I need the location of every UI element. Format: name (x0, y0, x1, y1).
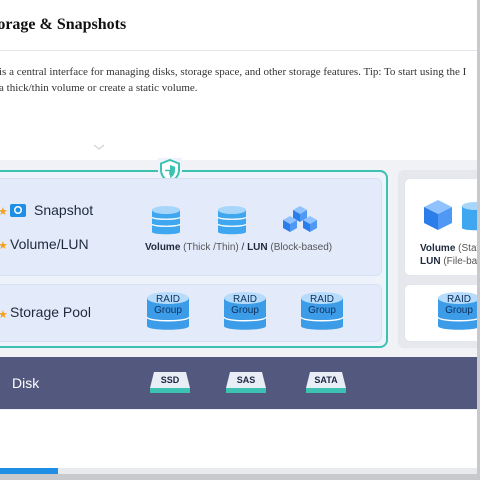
volume-thick-cylinder-icon (151, 206, 181, 235)
volume-lun-label: Volume/LUN (10, 236, 89, 252)
volume-caption-volume: Volume (145, 242, 181, 253)
file-lun-rest: (File-bas (440, 256, 480, 267)
description-line-2: a thick/thin volume or create a static v… (0, 82, 198, 94)
raid-group-label: RAID Group (308, 294, 336, 316)
camera-icon (10, 204, 26, 217)
disk-type-ssd: SSD (160, 375, 180, 385)
storage-pool-label: Storage Pool (10, 304, 91, 320)
lun-block-cubes-icon (283, 206, 317, 232)
file-lun-caption: LUN (File-bas (420, 256, 480, 267)
storage-snapshots-window: torage & Snapshots is a central interfac… (0, 0, 480, 480)
volume-lun-caption: Volume (Thick /Thin) / LUN (Block-based) (145, 242, 332, 253)
raid-group-label: RAID Group (154, 294, 182, 316)
raid-group-label: RAID Group (445, 294, 473, 316)
description-text: is a central interface for managing disk… (0, 64, 480, 96)
snapshot-label: Snapshot (34, 202, 94, 218)
raid-group-label: RAID Group (231, 294, 259, 316)
volume-lun-panel (0, 178, 382, 276)
star-icon: ★ (0, 309, 8, 321)
page-title: torage & Snapshots (0, 16, 127, 33)
volume-thin-cylinder-icon (217, 206, 247, 235)
volume-caption-lun-type: (Block-based) (267, 242, 333, 253)
static-volume-caption: Volume (Stati (420, 243, 480, 254)
disk-type-sas: SAS (236, 375, 256, 385)
window-bottom-edge (0, 474, 480, 480)
cube-icon (424, 200, 452, 230)
star-icon: ★ (0, 206, 8, 218)
volume-caption-sep: / (238, 242, 248, 253)
volume-caption-types: (Thick /Thin) (180, 242, 239, 253)
file-lun-bold: LUN (420, 256, 441, 267)
disk-type-sata: SATA (314, 375, 338, 385)
star-icon: ★ (0, 240, 8, 252)
volume-caption-lun: LUN (247, 242, 268, 253)
collapse-chevron-icon[interactable] (93, 143, 105, 151)
static-volume-bold: Volume (420, 243, 456, 254)
description-line-1: is a central interface for managing disk… (0, 66, 467, 78)
disk-label: Disk (12, 375, 40, 391)
title-bar: torage & Snapshots (0, 0, 480, 51)
